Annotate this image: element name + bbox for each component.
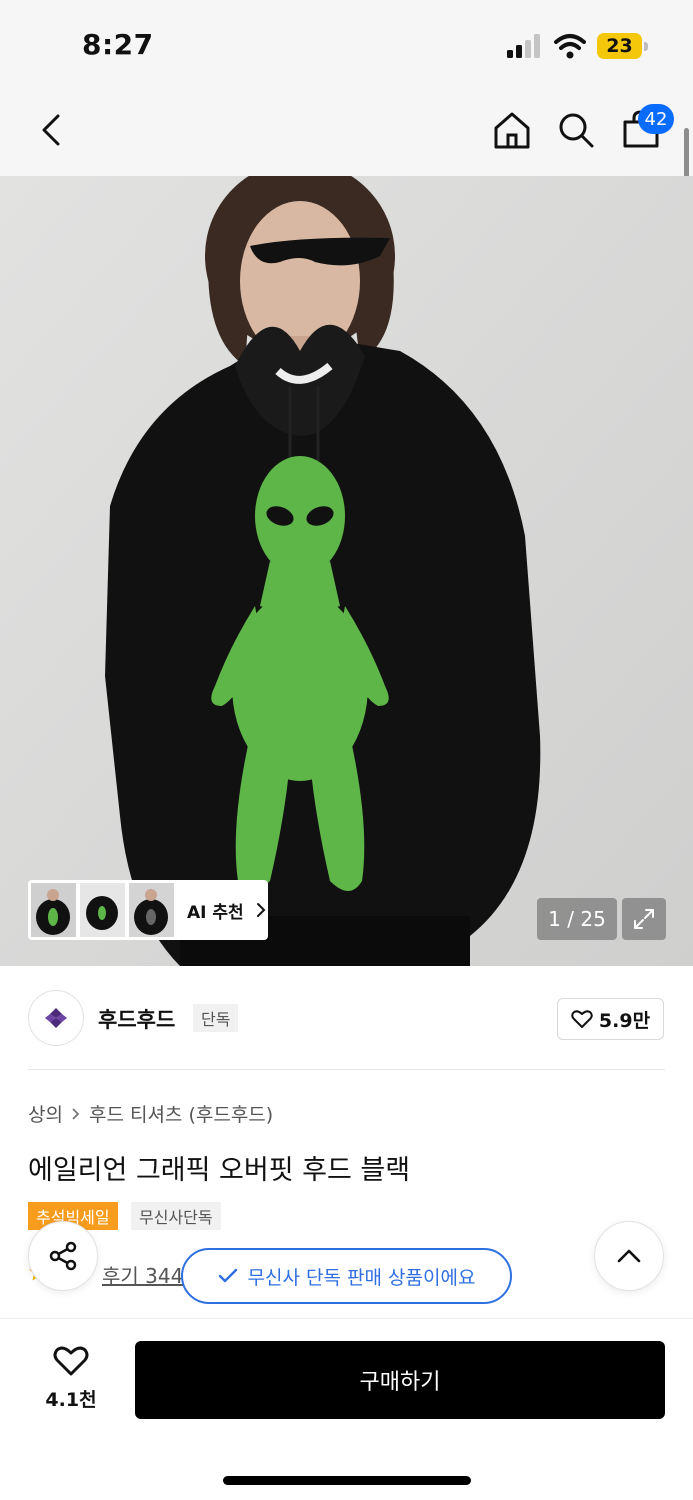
divider: [28, 1069, 665, 1070]
brand-like-button[interactable]: 5.9만: [557, 998, 664, 1040]
home-indicator[interactable]: [223, 1476, 471, 1485]
thumbnail-1[interactable]: [31, 883, 76, 937]
product-title: 에일리언 그래픽 오버핏 후드 블랙: [28, 1155, 411, 1186]
battery-indicator: 23: [597, 33, 649, 59]
status-time: 8:27: [82, 28, 154, 61]
breadcrumb: 상의 후드 티셔츠 (후드후드): [28, 1100, 273, 1127]
cart-count-badge: 42: [638, 104, 674, 134]
check-icon: [218, 1268, 237, 1283]
brand-like-count: 5.9만: [598, 1009, 651, 1032]
product-image-gallery[interactable]: AI 추천 1 / 25: [0, 176, 693, 966]
chevron-left-icon[interactable]: [36, 113, 66, 147]
brand-logo-icon: [45, 1008, 67, 1028]
brand-logo[interactable]: [28, 990, 84, 1046]
toast-text: 무신사 단독 판매 상품이에요: [247, 1266, 476, 1289]
exclusive-tag: 무신사단독: [131, 1202, 221, 1230]
chevron-right-icon: [256, 903, 266, 917]
brand-row: 후드후드 단독 5.9만: [0, 968, 693, 1070]
battery-level: 23: [597, 33, 642, 59]
ai-recommendation-label: AI 추천: [187, 902, 244, 923]
expand-icon: [634, 909, 654, 929]
wishlist-button[interactable]: 4.1천: [40, 1345, 102, 1412]
share-icon: [49, 1241, 77, 1271]
thumbnail-2[interactable]: [80, 883, 125, 937]
chevron-up-icon: [617, 1249, 641, 1263]
buy-button[interactable]: 구매하기: [135, 1341, 665, 1419]
review-link[interactable]: 후기 344: [102, 1260, 183, 1289]
wifi-icon: [554, 34, 586, 59]
exclusive-toast: 무신사 단독 판매 상품이에요: [181, 1248, 512, 1304]
breadcrumb-subcategory[interactable]: 후드 티셔츠 (후드후드): [89, 1100, 273, 1127]
heart-icon: [571, 1010, 593, 1028]
chevron-right-icon: [72, 1107, 80, 1120]
status-bar: 8:27 23: [0, 0, 693, 88]
breadcrumb-category[interactable]: 상의: [28, 1100, 63, 1127]
brand-name[interactable]: 후드후드: [98, 1004, 175, 1034]
heart-icon: [53, 1346, 89, 1376]
thumbnail-3[interactable]: [129, 883, 174, 937]
image-page-indicator: 1 / 25: [537, 898, 617, 940]
expand-button[interactable]: [622, 898, 666, 940]
search-icon[interactable]: [556, 110, 596, 150]
brand-exclusive-tag: 단독: [193, 1004, 239, 1032]
cellular-signal-icon: [507, 34, 540, 58]
scroll-to-top-button[interactable]: [594, 1221, 664, 1291]
bottom-action-bar: 4.1천 구매하기: [0, 1318, 693, 1500]
battery-cap: [644, 42, 648, 51]
share-button[interactable]: [28, 1221, 98, 1291]
wishlist-count: 4.1천: [45, 1389, 97, 1411]
ai-recommendation-strip[interactable]: AI 추천: [28, 880, 268, 940]
product-photo: [0, 176, 693, 966]
home-icon[interactable]: [492, 110, 532, 150]
